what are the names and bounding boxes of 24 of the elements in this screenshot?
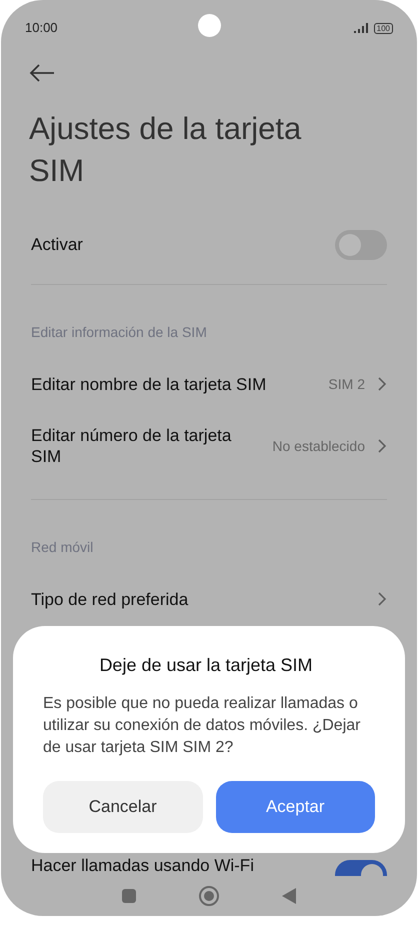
back-arrow-icon[interactable]: [29, 64, 55, 82]
dialog-title: Deje de usar la tarjeta SIM: [98, 654, 314, 677]
back-icon[interactable]: [282, 888, 296, 904]
signal-icon: [354, 23, 370, 33]
chevron-right-icon: [377, 438, 387, 454]
activate-label: Activar: [31, 234, 83, 256]
status-time: 10:00: [25, 19, 58, 38]
page-title: Ajustes de la tarjeta SIM: [28, 110, 302, 190]
camera-hole: [198, 14, 221, 37]
toggle-switch[interactable]: [335, 230, 387, 260]
home-icon[interactable]: [198, 886, 219, 906]
dialog-message: Es posible que no pueda realizar llamadas o utilizar su conexión de datos móviles. ¿Dejar de usar tarjeta SIM SIM 2?: [43, 694, 362, 758]
section-header: Editar información de la SIM: [31, 323, 207, 342]
settings-row[interactable]: Tipo de red preferida: [1, 568, 417, 630]
settings-row[interactable]: Editar nombre de la tarjeta SIM SIM 2: [1, 353, 417, 415]
confirm-button[interactable]: Aceptar: [216, 781, 375, 833]
recents-icon[interactable]: [122, 889, 136, 903]
settings-row[interactable]: Editar número de la tarjeta SIM No establecido: [1, 415, 417, 477]
chevron-right-icon: [377, 376, 387, 392]
cancel-button[interactable]: Cancelar: [43, 781, 202, 833]
section-header: Red móvil: [31, 538, 94, 557]
wifi-calling-label: Hacer llamadas usando Wi-Fi: [31, 856, 254, 876]
chevron-right-icon: [377, 591, 387, 607]
battery-icon: 100: [374, 22, 393, 34]
